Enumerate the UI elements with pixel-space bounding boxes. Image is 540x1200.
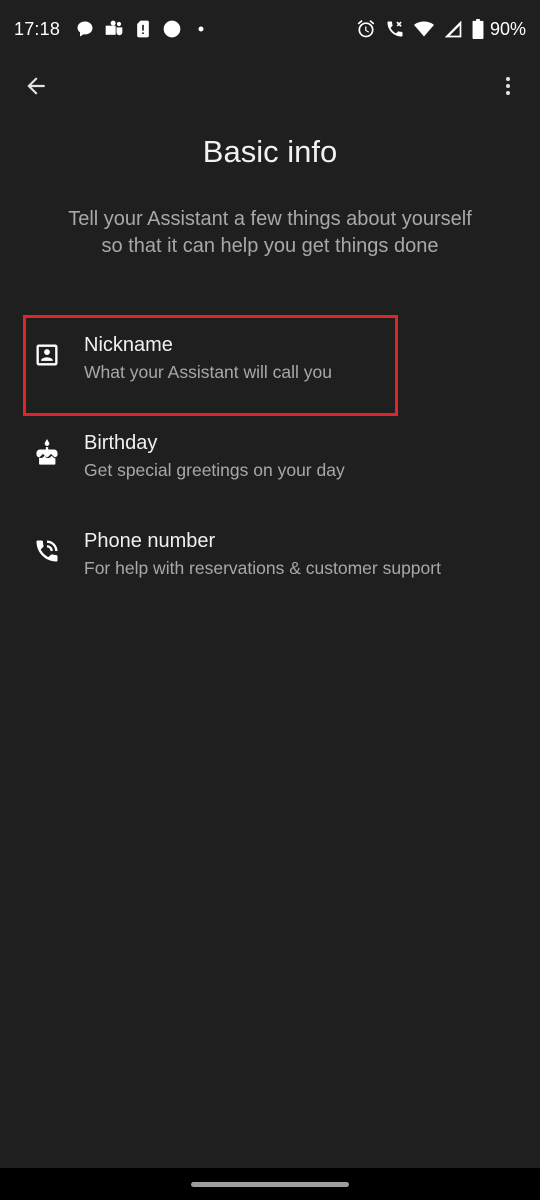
home-indicator[interactable] bbox=[191, 1182, 349, 1187]
phone-icon bbox=[32, 536, 62, 566]
cake-icon bbox=[32, 438, 62, 468]
sim-alert-icon bbox=[133, 19, 153, 39]
item-title: Nickname bbox=[84, 334, 173, 356]
contact-card-icon bbox=[32, 340, 62, 370]
navigation-bar bbox=[0, 1168, 540, 1200]
circle-notification-icon bbox=[162, 19, 182, 39]
page-title: Basic info bbox=[202, 134, 338, 169]
wifi-calling-icon bbox=[385, 19, 405, 39]
battery-percent: 90% bbox=[489, 18, 526, 39]
arrow-back-icon bbox=[23, 73, 49, 99]
battery-icon bbox=[472, 19, 484, 39]
item-description: For help with reservations & customer su… bbox=[84, 558, 441, 578]
item-title: Birthday bbox=[84, 432, 158, 454]
signal-icon bbox=[443, 19, 463, 39]
item-title: Phone number bbox=[84, 530, 216, 552]
page-subtitle: Tell your Assistant a few things about y… bbox=[68, 208, 472, 257]
more-vert-icon bbox=[496, 74, 520, 98]
list-item-phone-number[interactable]: Phone number For help with reservations … bbox=[0, 512, 540, 610]
wifi-icon bbox=[413, 19, 434, 39]
item-description: What your Assistant will call you bbox=[84, 362, 333, 382]
back-button[interactable] bbox=[16, 66, 56, 106]
alarm-icon bbox=[356, 19, 376, 39]
more-options-button[interactable] bbox=[488, 66, 528, 106]
teams-icon bbox=[104, 19, 124, 39]
list-item-nickname[interactable]: Nickname What your Assistant will call y… bbox=[0, 316, 540, 414]
status-time: 17:18 bbox=[14, 18, 61, 39]
basic-info-list: Nickname What your Assistant will call y… bbox=[0, 316, 540, 610]
status-bar: 17:18 90% bbox=[0, 0, 540, 58]
status-left: 17:18 bbox=[14, 19, 211, 40]
chat-bubble-icon bbox=[75, 19, 95, 39]
dot-icon bbox=[191, 19, 211, 39]
status-right: 90% bbox=[356, 19, 526, 40]
item-description: Get special greetings on your day bbox=[84, 460, 345, 480]
list-item-birthday[interactable]: Birthday Get special greetings on your d… bbox=[0, 414, 540, 512]
app-bar bbox=[0, 58, 540, 114]
screen: 17:18 90% Basic info Tell your Assistant… bbox=[0, 0, 540, 1200]
